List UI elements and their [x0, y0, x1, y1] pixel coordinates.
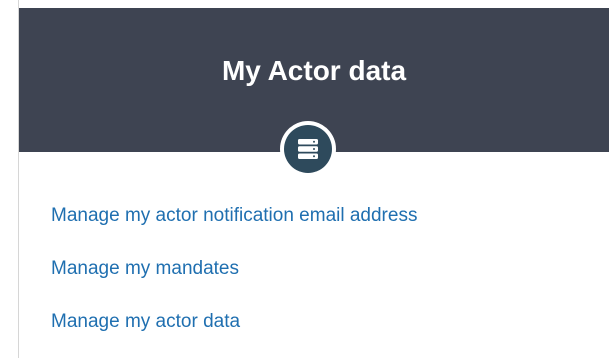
card-links: Manage my actor notification email addre… — [51, 205, 417, 333]
page: My Actor data Manage my actor notificati… — [0, 0, 609, 358]
card-title: My Actor data — [221, 55, 407, 86]
actor-data-card: My Actor data Manage my actor notificati… — [19, 8, 609, 358]
manage-mandates-link[interactable]: Manage my mandates — [51, 258, 417, 280]
icon-badge — [280, 121, 336, 177]
manage-notification-email-link[interactable]: Manage my actor notification email addre… — [51, 205, 417, 227]
manage-actor-data-link[interactable]: Manage my actor data — [51, 311, 417, 333]
server-database-icon — [284, 125, 332, 173]
